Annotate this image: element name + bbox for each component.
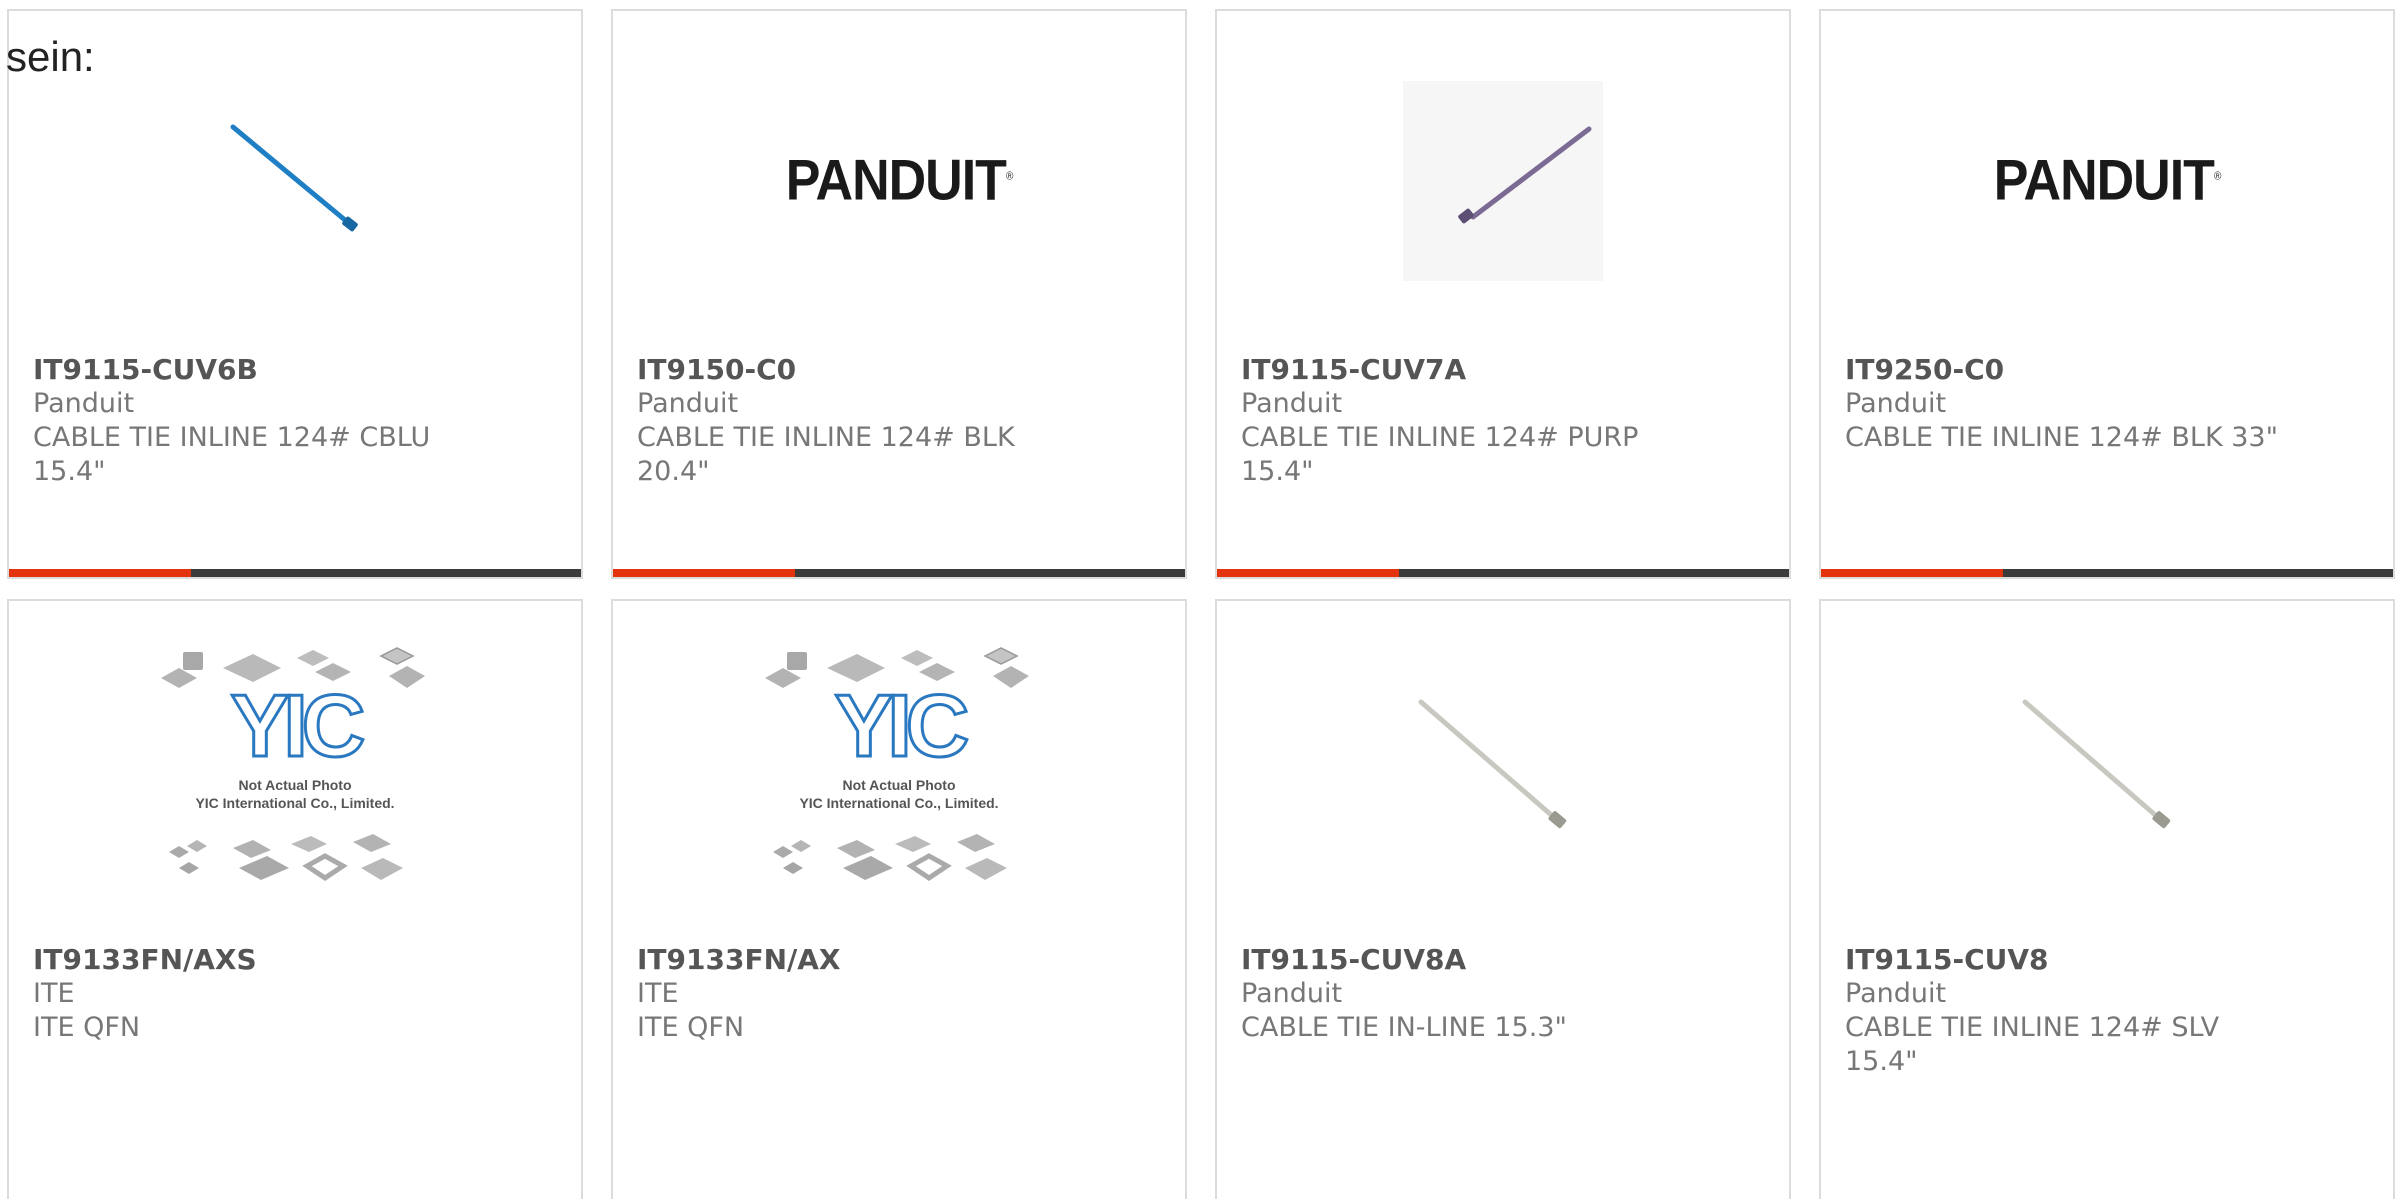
panduit-logo-image[interactable]: PANDUIT® bbox=[1821, 11, 2393, 351]
product-card[interactable]: IT9115-CUV6B Panduit CABLE TIE INLINE 12… bbox=[7, 9, 583, 579]
product-card[interactable]: IT9115-CUV7A Panduit CABLE TIE INLINE 12… bbox=[1215, 9, 1791, 579]
description: CABLE TIE INLINE 124# CBLU 15.4" bbox=[33, 422, 431, 487]
manufacturer: ITE bbox=[637, 978, 679, 1009]
part-number[interactable]: IT9115-CUV8A bbox=[1241, 943, 1765, 977]
manufacturer: Panduit bbox=[1241, 388, 1343, 419]
description: CABLE TIE IN-LINE 15.3" bbox=[1241, 1012, 1567, 1043]
image-backdrop bbox=[1403, 81, 1603, 281]
manufacturer: Panduit bbox=[33, 388, 135, 419]
product-card[interactable]: PANDUIT® IT9250-C0 Panduit CABLE TIE INL… bbox=[1819, 9, 2395, 579]
chip-placeholder-icon: YIC Not Actual Photo YIC International C… bbox=[161, 647, 425, 882]
manufacturer: ITE bbox=[33, 978, 75, 1009]
svg-text:YIC: YIC bbox=[835, 676, 968, 775]
description: CABLE TIE INLINE 124# PURP 15.4" bbox=[1241, 422, 1639, 487]
yic-placeholder-image[interactable]: YIC Not Actual Photo YIC International C… bbox=[9, 601, 581, 941]
yic-placeholder-image[interactable]: YIC Not Actual Photo YIC International C… bbox=[613, 601, 1185, 941]
part-number[interactable]: IT9150-C0 bbox=[637, 353, 1161, 387]
description: ITE QFN bbox=[33, 1012, 141, 1043]
description: CABLE TIE INLINE 124# BLK 33" bbox=[1845, 422, 2279, 453]
part-number[interactable]: IT9133FN/AX bbox=[637, 943, 1161, 977]
cable-tie-icon bbox=[1458, 126, 1592, 224]
manufacturer: Panduit bbox=[1845, 978, 1947, 1009]
panduit-logo: PANDUIT® bbox=[1993, 149, 2222, 213]
logo-text: PANDUIT bbox=[1993, 149, 2215, 213]
svg-text:Not Actual Photo: Not Actual Photo bbox=[842, 777, 955, 793]
card-bar-accent bbox=[9, 569, 191, 577]
card-bar bbox=[613, 569, 1185, 577]
part-number[interactable]: IT9133FN/AXS bbox=[33, 943, 557, 977]
description: ITE QFN bbox=[637, 1012, 745, 1043]
cable-tie-purple-image[interactable] bbox=[1217, 11, 1789, 351]
product-grid: IT9115-CUV6B Panduit CABLE TIE INLINE 12… bbox=[0, 0, 2400, 1199]
cable-tie-blue-image[interactable] bbox=[9, 11, 581, 351]
card-bar-accent bbox=[1821, 569, 2003, 577]
cable-tie-silver-image[interactable] bbox=[1217, 601, 1789, 941]
cable-tie-icon bbox=[230, 124, 358, 232]
product-card[interactable]: PANDUIT® IT9150-C0 Panduit CABLE TIE INL… bbox=[611, 9, 1187, 579]
svg-text:YIC International Co., Limited: YIC International Co., Limited. bbox=[799, 795, 998, 811]
svg-text:YIC: YIC bbox=[231, 676, 364, 775]
card-bar bbox=[1821, 569, 2393, 577]
part-number[interactable]: IT9115-CUV7A bbox=[1241, 353, 1765, 387]
manufacturer: Panduit bbox=[1845, 388, 1947, 419]
manufacturer: Panduit bbox=[1241, 978, 1343, 1009]
part-number[interactable]: IT9115-CUV6B bbox=[33, 353, 557, 387]
cable-tie-icon bbox=[2022, 699, 2171, 829]
panduit-logo-image[interactable]: PANDUIT® bbox=[613, 11, 1185, 351]
part-number[interactable]: IT9250-C0 bbox=[1845, 353, 2369, 387]
cable-tie-icon bbox=[1418, 699, 1567, 829]
product-card[interactable]: IT9115-CUV8 Panduit CABLE TIE INLINE 124… bbox=[1819, 599, 2395, 1199]
svg-text:Not Actual Photo: Not Actual Photo bbox=[238, 777, 351, 793]
product-card[interactable]: IT9115-CUV8A Panduit CABLE TIE IN-LINE 1… bbox=[1215, 599, 1791, 1199]
part-number[interactable]: IT9115-CUV8 bbox=[1845, 943, 2369, 977]
card-bar bbox=[9, 569, 581, 577]
card-bar bbox=[1217, 569, 1789, 577]
product-card[interactable]: YIC Not Actual Photo YIC International C… bbox=[611, 599, 1187, 1199]
cable-tie-silver-image[interactable] bbox=[1821, 601, 2393, 941]
logo-text: PANDUIT bbox=[785, 149, 1007, 213]
panduit-logo: PANDUIT® bbox=[785, 149, 1014, 213]
card-bar-accent bbox=[1217, 569, 1399, 577]
card-bar-accent bbox=[613, 569, 795, 577]
chip-placeholder-icon: YIC Not Actual Photo YIC International C… bbox=[765, 647, 1029, 882]
svg-text:YIC International Co., Limited: YIC International Co., Limited. bbox=[195, 795, 394, 811]
product-card[interactable]: YIC Not Actual Photo YIC International C… bbox=[7, 599, 583, 1199]
intro-text: sein: bbox=[6, 33, 95, 80]
manufacturer: Panduit bbox=[637, 388, 739, 419]
description: CABLE TIE INLINE 124# BLK 20.4" bbox=[637, 422, 1015, 487]
description: CABLE TIE INLINE 124# SLV 15.4" bbox=[1845, 1012, 2220, 1077]
